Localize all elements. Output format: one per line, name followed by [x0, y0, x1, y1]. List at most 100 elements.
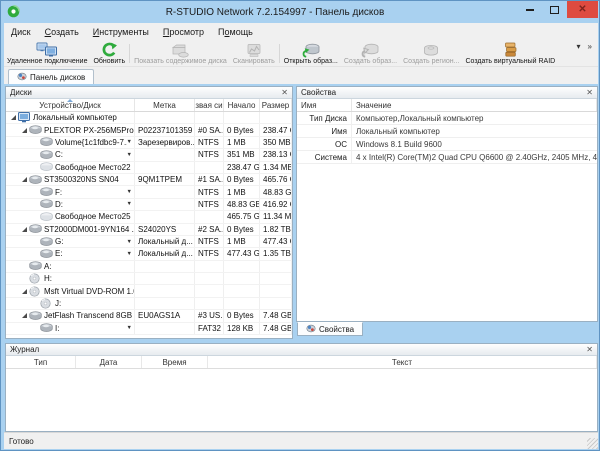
menu-bar: ДискСоздатьИнструментыПросмотрПомощь	[4, 23, 598, 41]
disk-row[interactable]: C:▼NTFS351 MB238.13 GB	[6, 149, 292, 161]
disk-row[interactable]: JetFlash Transcend 8GB ...EU0AGS1A#3 US.…	[6, 310, 292, 322]
expand-arrow-icon[interactable]	[20, 313, 29, 318]
column-filesystem[interactable]: звая си	[195, 99, 224, 111]
disk-row[interactable]: A:	[6, 261, 292, 273]
volume-dropdown-icon[interactable]: ▼	[127, 201, 134, 207]
column-prop-name[interactable]: Имя	[297, 99, 352, 111]
start-cell: 1 MB	[224, 236, 260, 247]
disk-row[interactable]: G:▼Локальный д...NTFS1 MB477.43 GB	[6, 236, 292, 248]
column-size[interactable]: Размер	[260, 99, 292, 111]
create-image-button: Создать образ...	[341, 41, 400, 66]
label-cell	[135, 285, 195, 296]
disks-table-header: Устройство/Диск Метка звая си Начало Раз…	[6, 99, 292, 112]
label-cell: 9QM1TPEM	[135, 174, 195, 185]
menu-item[interactable]: Помощь	[211, 23, 260, 41]
size-cell: 7.48 GB	[260, 310, 292, 321]
start-cell: 0 Bytes	[224, 124, 260, 135]
column-log-date[interactable]: Дата	[76, 356, 142, 368]
disk-row[interactable]: F:▼NTFS1 MB48.83 GB	[6, 186, 292, 198]
disk-row[interactable]: Volume{1c1fdbc9-7...▼Зарезервиров...NTFS…	[6, 137, 292, 149]
column-start[interactable]: Начало	[224, 99, 260, 111]
computer-icon	[18, 112, 33, 123]
hard-disk-icon	[29, 224, 44, 234]
device-name: H:	[44, 274, 52, 283]
free-space-icon	[40, 162, 55, 172]
property-row[interactable]: Система4 x Intel(R) Core(TM)2 Quad CPU Q…	[297, 151, 597, 164]
menu-item[interactable]: Инструменты	[86, 23, 156, 41]
expand-arrow-icon[interactable]	[20, 177, 29, 182]
size-cell	[260, 273, 292, 284]
expand-arrow-icon[interactable]	[20, 128, 29, 133]
size-cell: 350 MB	[260, 137, 292, 148]
volume-dropdown-icon[interactable]: ▼	[127, 152, 134, 158]
column-log-text[interactable]: Текст	[208, 356, 597, 368]
start-cell: 238.47 GB	[224, 162, 260, 173]
maximize-button[interactable]	[542, 1, 567, 18]
volume-dropdown-icon[interactable]: ▼	[127, 251, 134, 257]
disk-row[interactable]: Свободное Место25465.75 GB11.34 MB	[6, 211, 292, 223]
disk-row[interactable]: H:	[6, 273, 292, 285]
disk-row[interactable]: ST2000DM001-9YN164 ...S24020YS#2 SA...0 …	[6, 224, 292, 236]
disk-row[interactable]: Локальный компьютер	[6, 112, 292, 124]
menu-item[interactable]: Просмотр	[156, 23, 211, 41]
refresh-icon	[101, 42, 117, 58]
disks-panel-header: Диски ✕	[6, 87, 292, 99]
label-cell	[135, 162, 195, 173]
disk-row[interactable]: ST3500320NS SN049QM1TPEM#1 SA...0 Bytes4…	[6, 174, 292, 186]
toolbar-chevron-icon[interactable]: »	[588, 42, 592, 66]
properties-panel-close-button[interactable]: ✕	[586, 89, 593, 97]
column-log-time[interactable]: Время	[142, 356, 208, 368]
tab-disk-panel[interactable]: Панель дисков	[8, 69, 94, 84]
disk-panel-tab-label: Панель дисков	[30, 73, 85, 82]
start-cell	[224, 298, 260, 309]
column-log-type[interactable]: Тип	[6, 356, 76, 368]
filesystem-cell: NTFS	[195, 236, 224, 247]
disk-row[interactable]: Msft Virtual DVD-ROM 1.0	[6, 285, 292, 297]
disk-row[interactable]: J:	[6, 298, 292, 310]
properties-panel: Свойства ✕ Имя Значение Тип ДискаКомпьют…	[296, 86, 598, 322]
log-panel-close-button[interactable]: ✕	[586, 346, 593, 354]
expand-arrow-icon[interactable]	[20, 289, 29, 294]
property-row[interactable]: ИмяЛокальный компьютер	[297, 125, 597, 138]
property-row[interactable]: ОСWindows 8.1 Build 9600	[297, 138, 597, 151]
disk-row[interactable]: I:▼FAT32128 KB7.48 GB	[6, 323, 292, 335]
property-row[interactable]: Тип ДискаКомпьютер,Локальный компьютер	[297, 112, 597, 125]
volume-dropdown-icon[interactable]: ▼	[127, 325, 134, 331]
expand-arrow-icon[interactable]	[9, 115, 18, 120]
tab-properties[interactable]: Свойства	[297, 322, 363, 336]
column-label[interactable]: Метка	[135, 99, 195, 111]
open-image-button[interactable]: Открыть образ...	[281, 41, 341, 66]
disk-row[interactable]: Свободное Место22238.47 GB1.34 MB	[6, 162, 292, 174]
disk-row[interactable]: E:▼Локальный д...NTFS477.43 GB1.35 TB	[6, 248, 292, 260]
refresh-button[interactable]: Обновить	[90, 41, 128, 66]
close-button[interactable]: ✕	[567, 1, 598, 18]
menu-item[interactable]: Создать	[38, 23, 86, 41]
filesystem-cell: #1 SA...	[195, 174, 224, 185]
toolbar-dropdown-icon[interactable]: ▾	[577, 42, 581, 66]
toolbar-button-label: Создать регион...	[403, 58, 459, 66]
create-virtual-raid-button[interactable]: Создать виртуальный RAID	[462, 41, 558, 66]
label-cell: Локальный д...	[135, 248, 195, 259]
volume-dropdown-icon[interactable]: ▼	[127, 189, 134, 195]
device-name: Локальный компьютер	[33, 113, 117, 122]
menu-item[interactable]: Диск	[4, 23, 38, 41]
disks-panel-close-button[interactable]: ✕	[281, 89, 288, 97]
size-cell: 48.83 GB	[260, 186, 292, 197]
sort-indicator-icon	[67, 99, 73, 102]
column-prop-value[interactable]: Значение	[352, 99, 597, 111]
volume-dropdown-icon[interactable]: ▼	[127, 139, 134, 145]
property-name: Тип Диска	[297, 112, 352, 124]
resize-grip[interactable]	[587, 438, 598, 449]
label-cell	[135, 211, 195, 222]
filesystem-cell: NTFS	[195, 137, 224, 148]
property-value: Компьютер,Локальный компьютер	[352, 112, 597, 124]
expand-arrow-icon[interactable]	[20, 227, 29, 232]
filesystem-cell: #2 SA...	[195, 224, 224, 235]
disk-row[interactable]: PLEXTOR PX-256M5Pro ...P02237101359#0 SA…	[6, 124, 292, 136]
volume-dropdown-icon[interactable]: ▼	[127, 239, 134, 245]
disk-row[interactable]: D:▼NTFS48.83 GB416.92 GB	[6, 199, 292, 211]
remote-connection-button[interactable]: Удаленное подключение	[4, 41, 90, 66]
column-device[interactable]: Устройство/Диск	[6, 99, 135, 111]
minimize-button[interactable]	[517, 1, 542, 18]
property-name: ОС	[297, 138, 352, 150]
